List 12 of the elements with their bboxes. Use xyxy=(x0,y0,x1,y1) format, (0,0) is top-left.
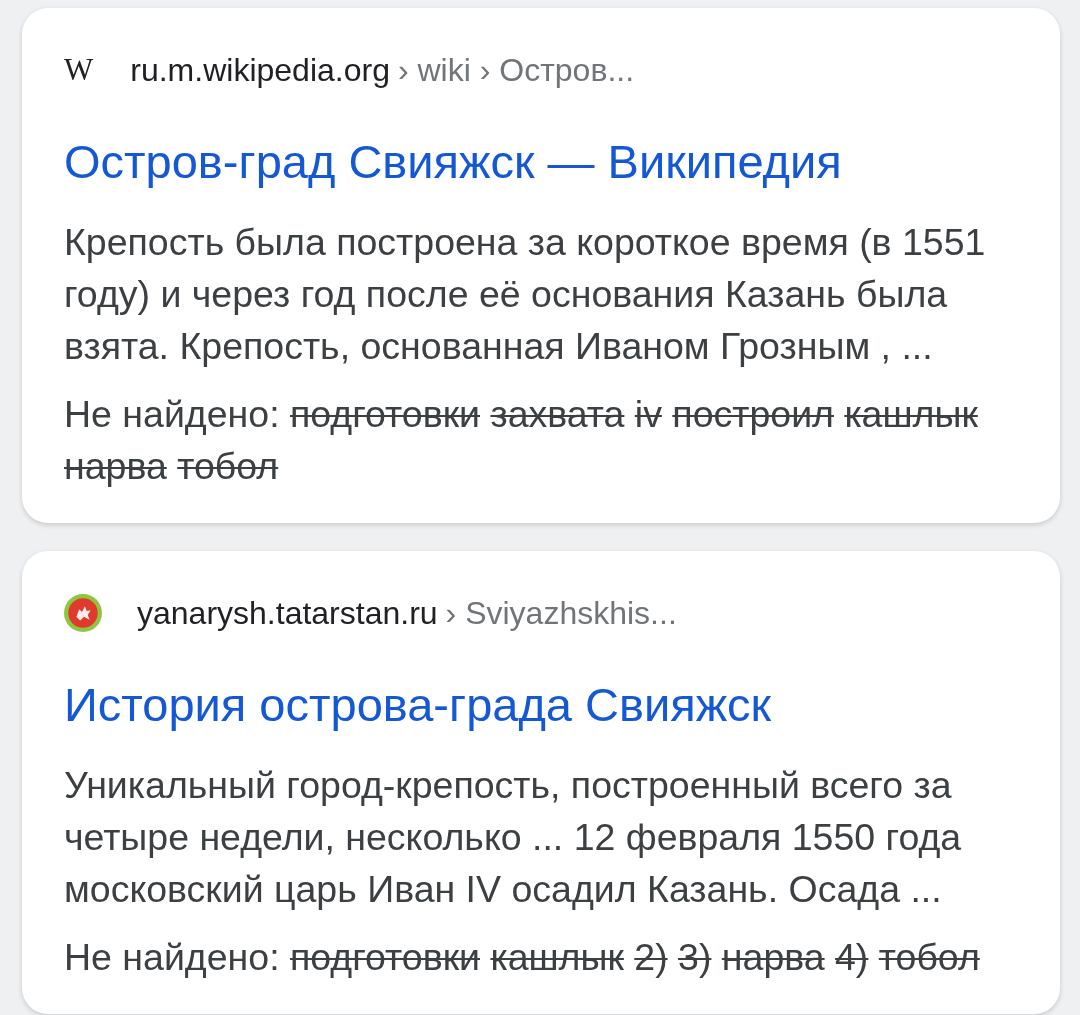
missing-terms-text: Не найдено: подготовки кашлык 2) 3) нарва 4) тобол xyxy=(64,935,981,980)
missing-terms-text: Не найдено: подготовки захвата iv построил кашлык нарва тобол xyxy=(64,392,979,489)
logo-icon: W xyxy=(64,54,94,86)
url-path: › wiki › Остров... xyxy=(397,51,635,89)
url-path: › Sviyazhskhis... xyxy=(445,594,677,632)
result-title-link[interactable]: История острова-града Свияжск xyxy=(64,677,1018,733)
result-title-link[interactable]: Остров-град Свияжск — Википедия xyxy=(64,134,1018,190)
result-snippet: Уникальный город-крепость, построенный всего за четыре недели, несколько ... 12 февраля 1550 года московский царь Иван IV осадил Казань. Осада ... xyxy=(64,763,963,912)
result-snippet: Крепость была построена за короткое время (в 1551 году) и через год после её основания Казань была взята. Крепость, основанная Иваном Грозным , ... xyxy=(64,220,987,369)
emblem-icon xyxy=(64,594,102,632)
site-domain: ru.m.wikipedia.org xyxy=(130,51,390,89)
site-domain: yanarysh.tatarstan.ru xyxy=(137,594,438,632)
